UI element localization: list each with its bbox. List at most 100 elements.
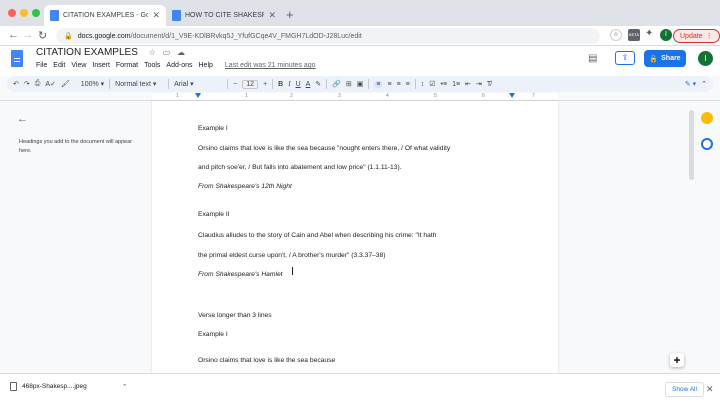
chevron-up-icon[interactable]: ⌃ (122, 383, 128, 391)
image-icon[interactable]: ▣ (357, 80, 364, 88)
explore-icon[interactable]: ✚ (670, 353, 684, 367)
docs-logo-icon[interactable] (11, 50, 23, 67)
align-center-icon[interactable]: ≡ (387, 81, 391, 88)
last-edit-link[interactable]: Last edit was 21 minutes ago (225, 62, 316, 69)
clear-formatting-icon[interactable]: T̸ (487, 81, 491, 88)
undo-icon[interactable]: ↶ (13, 80, 19, 88)
font-size-decrease-icon[interactable]: − (233, 81, 237, 88)
address-bar[interactable]: 🔒 docs.google.com /document/d/1_V9E-KDlB… (56, 28, 600, 44)
increase-indent-icon[interactable]: ⇥ (476, 80, 482, 88)
paint-format-icon[interactable]: 🖌 (61, 80, 70, 88)
menu-edit[interactable]: Edit (53, 62, 65, 69)
editing-mode-icon[interactable]: ✎ ▾ (685, 80, 696, 88)
document-title[interactable]: CITATION EXAMPLES ☆ ▭ ☁ (36, 47, 185, 58)
bulleted-list-icon[interactable]: •≡ (441, 81, 448, 88)
doc-paragraph[interactable]: Orsino claims that love is like the sea … (198, 145, 450, 152)
doc-paragraph[interactable]: Example I (198, 331, 228, 338)
close-outline-arrow-icon[interactable]: ← (17, 113, 28, 125)
doc-paragraph[interactable]: Orsino claims that love is like the sea … (198, 357, 335, 364)
ruler-number: 6 (482, 93, 485, 99)
link-icon[interactable]: 🔗 (332, 80, 341, 88)
update-button[interactable]: Update ⋮ (673, 29, 720, 43)
back-arrow-icon[interactable]: ← (8, 29, 19, 41)
document-page[interactable]: Example I Orsino claims that love is lik… (152, 101, 558, 373)
menu-help[interactable]: Help (199, 62, 213, 69)
new-tab-icon[interactable]: + (286, 7, 294, 22)
left-indent-marker[interactable] (195, 93, 201, 98)
download-item[interactable]: 468px-Shakesp....jpeg ⌃ (10, 382, 128, 391)
right-indent-marker[interactable] (509, 93, 515, 98)
highlight-icon[interactable]: ✎ (315, 80, 321, 88)
present-button[interactable]: ⇪ (615, 51, 635, 65)
italic-button[interactable]: I (288, 80, 290, 88)
tab-label: HOW TO CITE SHAKESPEARE (185, 12, 265, 19)
bold-button[interactable]: B (278, 81, 283, 88)
show-all-button[interactable]: Show All (665, 382, 704, 397)
share-button[interactable]: 🔒 Share (644, 50, 686, 67)
justify-icon[interactable]: ≡ (406, 81, 410, 88)
doc-paragraph[interactable]: Example I (198, 125, 228, 132)
maximize-window-button[interactable] (32, 9, 40, 17)
formatting-toolbar: ↶ ↷ ⎙ A✓ 🖌 100% ▾ Normal text ▾ Arial ▾ … (7, 76, 713, 92)
zoom-select[interactable]: 100% ▾ (81, 80, 104, 88)
style-select[interactable]: Normal text ▾ (115, 80, 163, 88)
checklist-icon[interactable]: ☑ (429, 80, 435, 88)
print-icon[interactable]: ⎙ (35, 80, 41, 88)
line-spacing-icon[interactable]: ↕ (421, 81, 425, 88)
align-right-icon[interactable]: ≡ (397, 81, 401, 88)
menu-tools[interactable]: Tools (144, 62, 160, 69)
menu-file[interactable]: File (36, 62, 47, 69)
browser-tab-shakespeare[interactable]: HOW TO CITE SHAKESPEARE ✕ (166, 5, 282, 26)
doc-paragraph[interactable]: From Shakespeare's 12th Night (198, 183, 292, 190)
forward-arrow-icon[interactable]: → (22, 29, 33, 41)
spellcheck-icon[interactable]: A✓ (45, 80, 56, 88)
collapse-menus-icon[interactable]: ⌃ (701, 80, 707, 88)
doc-paragraph[interactable]: Claudius alludes to the story of Cain an… (198, 232, 436, 239)
extensions-puzzle-icon[interactable]: ✦ (645, 29, 657, 41)
cloud-status-icon[interactable]: ☁ (177, 48, 185, 57)
text-color-button[interactable]: A (306, 81, 311, 88)
close-window-button[interactable] (8, 9, 16, 17)
menu-addons[interactable]: Add-ons (166, 62, 192, 69)
align-left-icon[interactable]: ≡ (374, 80, 383, 88)
ruler-number: 4 (386, 93, 389, 99)
close-tab-icon[interactable]: ✕ (152, 10, 160, 21)
tasks-icon[interactable] (701, 138, 713, 150)
redo-icon[interactable]: ↷ (24, 80, 30, 88)
docs-favicon-icon (50, 10, 59, 21)
doc-paragraph[interactable]: Example II (198, 211, 230, 218)
star-icon[interactable]: ☆ (149, 48, 156, 57)
underline-button[interactable]: U (296, 81, 301, 88)
ruler-number: 3 (338, 93, 341, 99)
numbered-list-icon[interactable]: 1≡ (452, 81, 460, 88)
toolbar-divider (326, 79, 328, 89)
close-tab-icon[interactable]: ✕ (268, 10, 276, 21)
user-avatar[interactable]: I (698, 51, 713, 66)
font-size-increase-icon[interactable]: + (263, 81, 267, 88)
minimize-window-button[interactable] (20, 9, 28, 17)
font-select[interactable]: Arial ▾ (174, 80, 222, 88)
toolbar-divider (414, 79, 416, 89)
comment-history-icon[interactable]: ▤ (588, 53, 597, 64)
profile-avatar[interactable]: I (660, 29, 672, 41)
text-cursor (292, 267, 293, 275)
doc-paragraph[interactable]: and pitch soe'er, / But falls into abate… (198, 164, 402, 171)
font-size-input[interactable]: 12 (242, 79, 259, 89)
keep-icon[interactable] (701, 112, 713, 124)
close-icon[interactable]: ✕ (706, 384, 714, 395)
bookmark-star-icon[interactable]: ☆ (610, 29, 622, 41)
beta-extension-icon[interactable]: BETA (628, 29, 640, 41)
browser-tab-citation[interactable]: CITATION EXAMPLES - Google ✕ (44, 5, 166, 26)
comment-icon[interactable]: ⊞ (346, 80, 352, 88)
doc-paragraph[interactable]: the primal eldest curse upon't, / A brot… (198, 252, 385, 259)
font-value: Arial (174, 81, 189, 88)
menu-view[interactable]: View (71, 62, 86, 69)
decrease-indent-icon[interactable]: ⇤ (465, 80, 471, 88)
menu-insert[interactable]: Insert (92, 62, 110, 69)
doc-paragraph[interactable]: Verse longer than 3 lines (198, 312, 272, 319)
reload-icon[interactable]: ↻ (38, 29, 47, 42)
menu-format[interactable]: Format (116, 62, 138, 69)
move-folder-icon[interactable]: ▭ (163, 48, 171, 57)
doc-paragraph[interactable]: From Shakespeare's Hamlet (198, 271, 283, 278)
vertical-scrollbar[interactable] (689, 110, 694, 180)
